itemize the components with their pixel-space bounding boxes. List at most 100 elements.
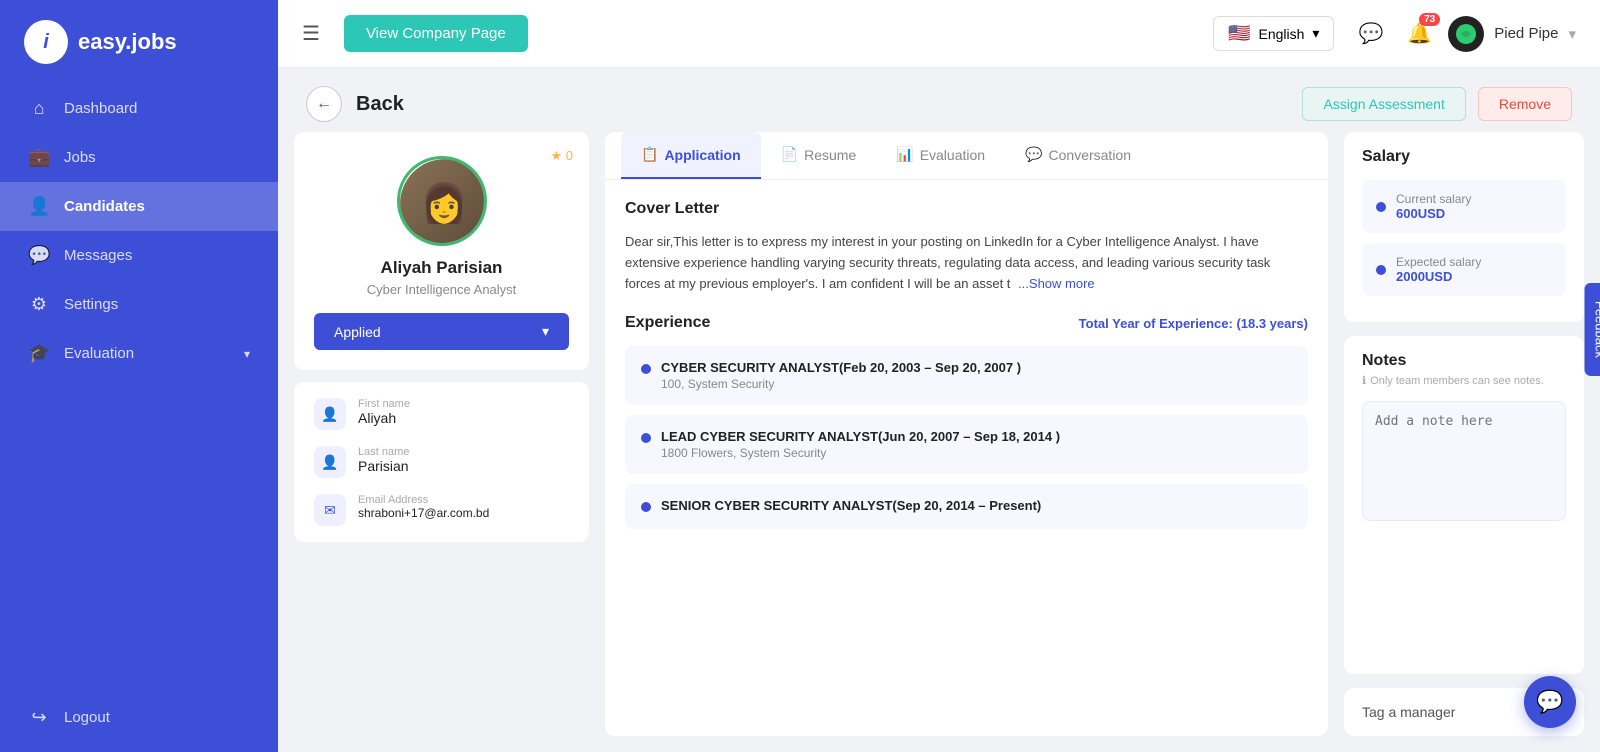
messages-icon[interactable]: 💬 xyxy=(1358,21,1383,46)
jobs-icon: 💼 xyxy=(28,147,50,168)
home-icon: ⌂ xyxy=(28,98,50,119)
cover-letter-text: Dear sir,This letter is to express my in… xyxy=(625,232,1308,294)
flag-icon: 🇺🇸 xyxy=(1228,23,1250,44)
back-bar: ← Back Assign Assessment Remove xyxy=(278,68,1600,132)
page-body: ← Back Assign Assessment Remove ★ 0 👩 Al… xyxy=(278,68,1600,752)
candidate-card: ★ 0 👩 Aliyah Parisian Cyber Intelligence… xyxy=(294,132,589,370)
company-name: Pied Pipe xyxy=(1494,25,1558,42)
exp-company: 100, System Security xyxy=(661,377,1021,391)
center-panel: 📋 Application 📄 Resume 📊 Evaluation 💬 Co… xyxy=(605,132,1328,736)
exp-job-title: LEAD CYBER SECURITY ANALYST(Jun 20, 2007… xyxy=(661,429,1060,444)
chevron-down-icon: ▾ xyxy=(1312,25,1319,42)
chevron-down-icon: ▾ xyxy=(542,323,549,340)
messages-icon: 💬 xyxy=(28,245,50,266)
tab-application[interactable]: 📋 Application xyxy=(621,132,761,179)
tab-evaluation[interactable]: 📊 Evaluation xyxy=(876,132,1005,179)
back-button[interactable]: ← xyxy=(306,86,342,122)
evaluation-icon: 🎓 xyxy=(28,343,50,364)
page-title: Back xyxy=(356,93,404,116)
sidebar-item-label: Dashboard xyxy=(64,100,137,117)
sidebar-item-label: Settings xyxy=(64,296,118,313)
tab-label: Evaluation xyxy=(920,147,985,163)
menu-icon[interactable]: ☰ xyxy=(302,21,320,46)
right-panel: Salary Current salary 600USD Expected sa… xyxy=(1344,132,1584,736)
sidebar-item-evaluation[interactable]: 🎓 Evaluation ▾ xyxy=(0,329,278,378)
tab-label: Application xyxy=(664,147,740,163)
candidate-title: Cyber Intelligence Analyst xyxy=(367,282,517,297)
sidebar-item-jobs[interactable]: 💼 Jobs xyxy=(0,133,278,182)
first-name-value: Aliyah xyxy=(358,410,410,426)
experience-title: Experience xyxy=(625,314,710,332)
sidebar-item-label: Jobs xyxy=(64,149,96,166)
expected-salary-row: Expected salary 2000USD xyxy=(1362,243,1566,296)
status-dropdown[interactable]: Applied ▾ xyxy=(314,313,569,350)
last-name-label: Last name xyxy=(358,446,409,458)
action-buttons: Assign Assessment Remove xyxy=(1302,87,1572,121)
remove-button[interactable]: Remove xyxy=(1478,87,1572,121)
tab-conversation[interactable]: 💬 Conversation xyxy=(1005,132,1151,179)
notifications-icon[interactable]: 🔔 73 xyxy=(1407,21,1432,46)
main-content: ☰ View Company Page 🇺🇸 English ▾ 💬 🔔 73 … xyxy=(278,0,1600,752)
status-label: Applied xyxy=(334,324,381,340)
person-icon: 👤 xyxy=(314,446,346,478)
language-selector[interactable]: 🇺🇸 English ▾ xyxy=(1213,16,1334,51)
info-icon: ℹ xyxy=(1362,374,1366,387)
star-rating: ★ 0 xyxy=(551,148,574,164)
exp-company: 1800 Flowers, System Security xyxy=(661,446,1060,460)
person-icon: 👤 xyxy=(314,398,346,430)
experience-item: CYBER SECURITY ANALYST(Feb 20, 2003 – Se… xyxy=(625,346,1308,405)
chevron-down-icon: ▾ xyxy=(244,347,250,361)
experience-years: Total Year of Experience: (18.3 years) xyxy=(1079,316,1308,331)
expected-salary-value: 2000USD xyxy=(1396,269,1481,284)
sidebar-logo: i easy.jobs xyxy=(0,0,278,84)
note-input[interactable] xyxy=(1362,401,1566,521)
feedback-tab[interactable]: Feedback xyxy=(1585,283,1600,376)
current-salary-label: Current salary xyxy=(1396,192,1471,206)
notes-subtitle: ℹ Only team members can see notes. xyxy=(1362,374,1566,387)
experience-header: Experience Total Year of Experience: (18… xyxy=(625,314,1308,332)
exp-job-title: SENIOR CYBER SECURITY ANALYST(Sep 20, 20… xyxy=(661,498,1041,513)
logo-icon: i xyxy=(24,20,68,64)
exp-dot xyxy=(641,502,651,512)
company-selector[interactable]: Pied Pipe ▾ xyxy=(1448,16,1576,52)
info-card: 👤 First name Aliyah 👤 Last name Parisian xyxy=(294,382,589,542)
email-label: Email Address xyxy=(358,494,489,506)
tabs-row: 📋 Application 📄 Resume 📊 Evaluation 💬 Co… xyxy=(605,132,1328,180)
sidebar-item-candidates[interactable]: 👤 Candidates xyxy=(0,182,278,231)
notification-badge: 73 xyxy=(1419,13,1440,26)
language-label: English xyxy=(1258,26,1304,42)
view-company-button[interactable]: View Company Page xyxy=(344,15,528,52)
tab-resume[interactable]: 📄 Resume xyxy=(761,132,877,179)
assign-assessment-button[interactable]: Assign Assessment xyxy=(1302,87,1465,121)
sidebar-item-dashboard[interactable]: ⌂ Dashboard xyxy=(0,84,278,133)
sidebar-logout-label: Logout xyxy=(64,709,110,726)
salary-title: Salary xyxy=(1362,148,1566,166)
candidates-icon: 👤 xyxy=(28,196,50,217)
last-name-value: Parisian xyxy=(358,458,409,474)
first-name-label: First name xyxy=(358,398,410,410)
sidebar-item-messages[interactable]: 💬 Messages xyxy=(0,231,278,280)
avatar: 👩 xyxy=(397,156,487,246)
salary-dot xyxy=(1376,265,1386,275)
left-panel: ★ 0 👩 Aliyah Parisian Cyber Intelligence… xyxy=(294,132,589,736)
sidebar-item-logout[interactable]: ↪ Logout xyxy=(0,693,278,742)
chat-fab[interactable]: 💬 xyxy=(1524,676,1576,728)
show-more-link[interactable]: ...Show more xyxy=(1018,276,1095,291)
expected-salary-label: Expected salary xyxy=(1396,255,1481,269)
first-name-row: 👤 First name Aliyah xyxy=(314,398,569,430)
logout-icon: ↪ xyxy=(28,707,50,728)
sidebar-item-label: Candidates xyxy=(64,198,145,215)
avatar-photo: 👩 xyxy=(400,159,487,246)
sidebar-item-settings[interactable]: ⚙ Settings xyxy=(0,280,278,329)
tab-label: Resume xyxy=(804,147,856,163)
notes-card: Notes ℹ Only team members can see notes. xyxy=(1344,336,1584,674)
sidebar-item-label: Messages xyxy=(64,247,132,264)
chevron-down-icon: ▾ xyxy=(1568,25,1576,43)
salary-dot xyxy=(1376,202,1386,212)
settings-icon: ⚙ xyxy=(28,294,50,315)
tab-label: Conversation xyxy=(1049,147,1132,163)
salary-card: Salary Current salary 600USD Expected sa… xyxy=(1344,132,1584,322)
email-row: ✉ Email Address shraboni+17@ar.com.bd xyxy=(314,494,569,526)
topbar: ☰ View Company Page 🇺🇸 English ▾ 💬 🔔 73 … xyxy=(278,0,1600,68)
cover-letter-title: Cover Letter xyxy=(625,200,1308,218)
